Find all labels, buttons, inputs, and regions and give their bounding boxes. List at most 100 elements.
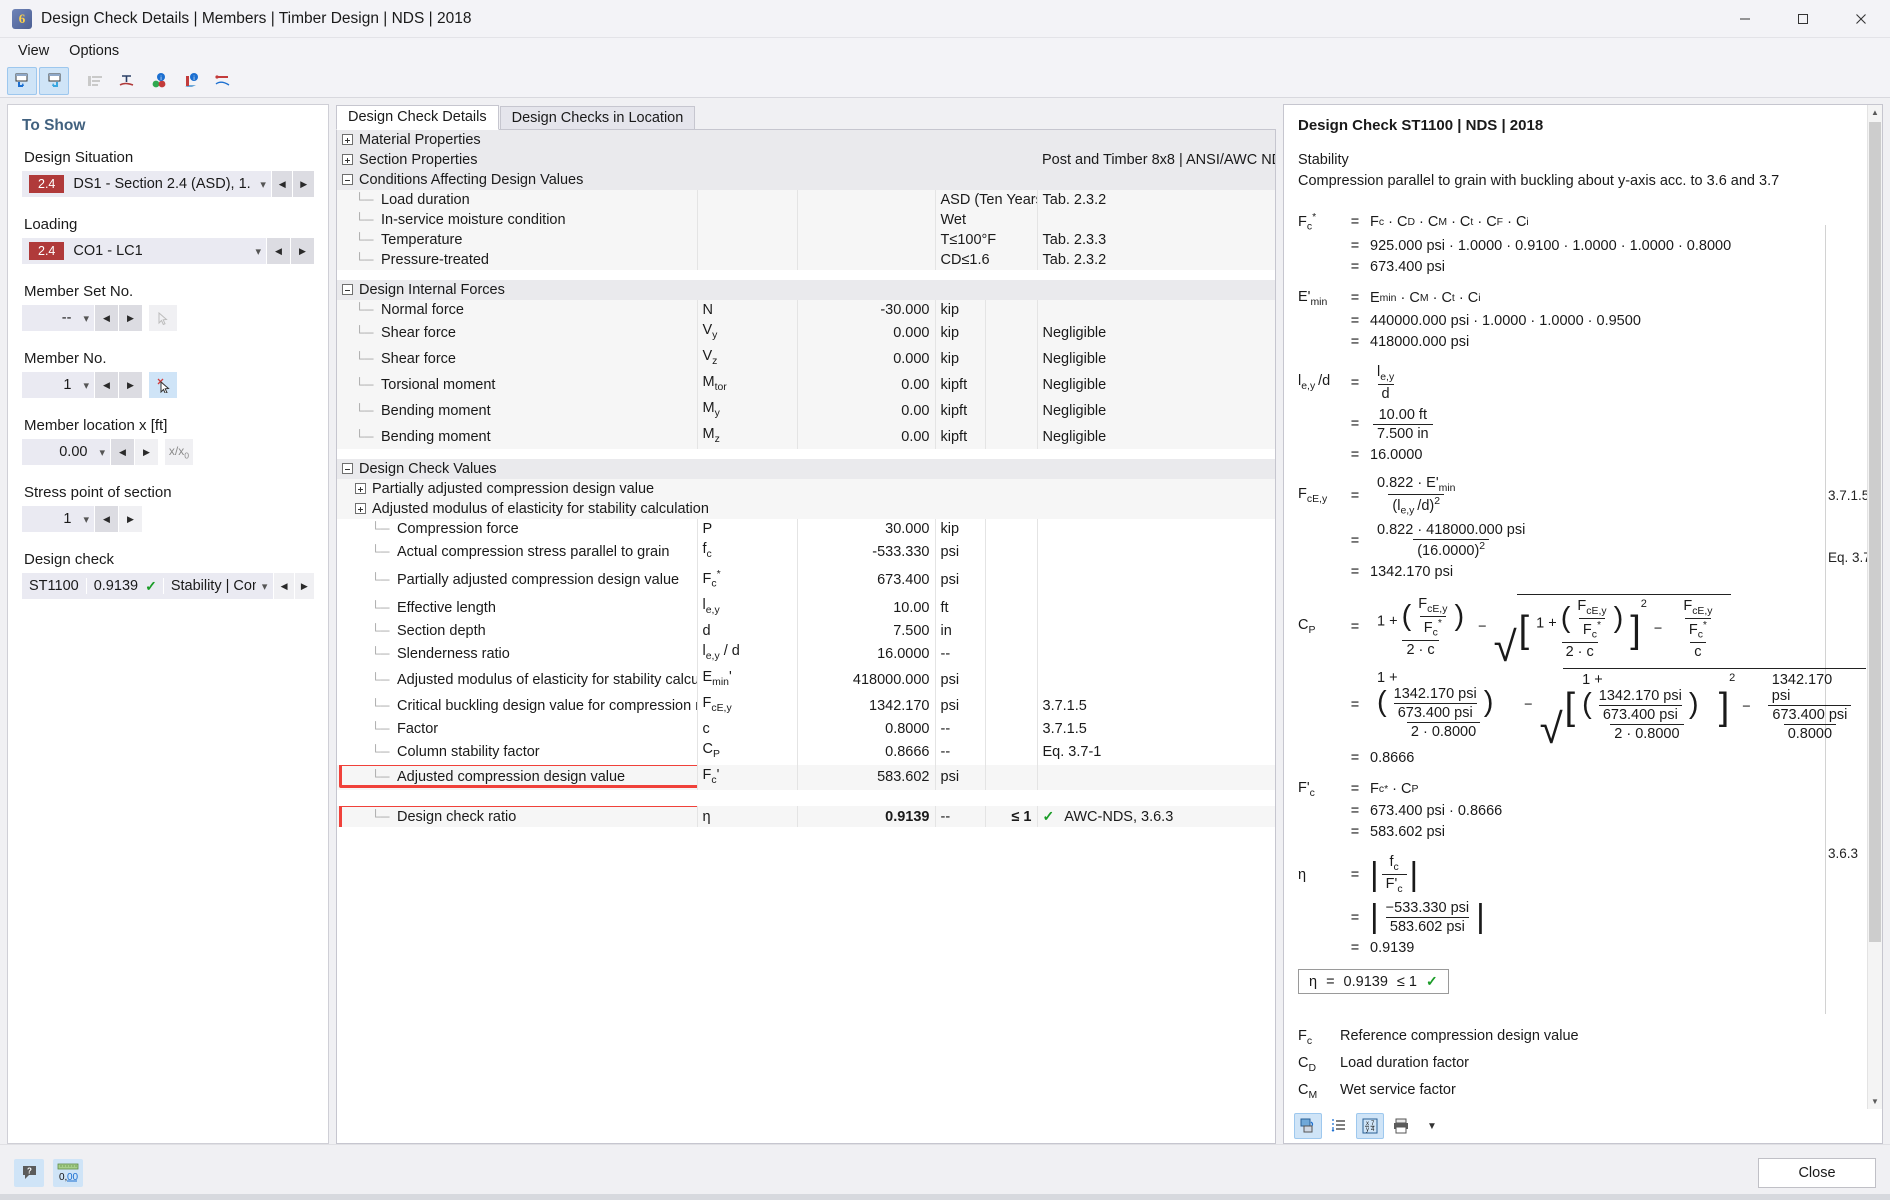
tab-design-check-details[interactable]: Design Check Details (336, 105, 499, 130)
minimize-button[interactable] (1716, 0, 1774, 38)
details-vertical-scrollbar[interactable]: ▲ ▼ (1867, 105, 1882, 1109)
formula-icon[interactable]: x 7 y 4 (1356, 1113, 1384, 1139)
table-row-design-check-ratio-highlighted[interactable]: └─Design check ratio η 0.9139 -- ≤ 1 ✓AW… (337, 806, 1275, 827)
member-location-next-button[interactable]: ▶ (135, 439, 158, 465)
collapse-icon[interactable] (342, 463, 353, 474)
navigate-previous-icon[interactable] (7, 67, 37, 95)
fraction-numerator: 10.00 ft (1375, 407, 1431, 424)
table-row[interactable]: └─Shear force Vz 0.000 kip Negligible (337, 346, 1275, 372)
row-label: Design check ratio (397, 809, 516, 825)
material-info-icon[interactable]: i (144, 67, 174, 95)
row-value: 0.000 (797, 346, 935, 372)
tree-lead-icon: └─ (371, 571, 397, 589)
table-icon[interactable] (80, 67, 110, 95)
dropdown-icon[interactable]: ▼ (1418, 1113, 1446, 1139)
tab-design-checks-in-location[interactable]: Design Checks in Location (500, 106, 696, 130)
table-row[interactable]: └─Actual compression stress parallel to … (337, 539, 1275, 565)
loading-next-button[interactable]: ▶ (291, 238, 314, 264)
list-icon[interactable] (1325, 1113, 1353, 1139)
relative-location-toggle[interactable]: x/x0 (165, 439, 193, 465)
expand-icon[interactable] (342, 154, 353, 165)
table-row-conditions[interactable]: Conditions Affecting Design Values (337, 170, 1275, 190)
table-row[interactable]: └─In-service moisture condition Wet (337, 210, 1275, 230)
table-row-internal-forces[interactable]: Design Internal Forces (337, 280, 1275, 300)
table-row[interactable]: └─Load duration ASD (Ten Years) | LRFD (… (337, 190, 1275, 210)
expand-icon[interactable] (355, 503, 366, 514)
maximize-button[interactable] (1774, 0, 1832, 38)
navigate-next-icon[interactable] (39, 67, 69, 95)
table-row[interactable]: └─Factor c 0.8000 -- 3.7.1.5 (337, 719, 1275, 739)
units-icon[interactable]: 0, 00 (53, 1159, 83, 1187)
table-row[interactable]: └─Pressure-treated CD≤1.6 Tab. 2.3.2 (337, 250, 1275, 270)
row-label: Critical buckling design value for compr… (397, 698, 697, 714)
member-set-combo[interactable]: -- ▾ (22, 305, 94, 331)
table-row[interactable]: └─Compression force P 30.000 kip (337, 519, 1275, 539)
close-button[interactable]: Close (1758, 1158, 1876, 1188)
table-row[interactable]: └─Column stability factor CP 0.8666 -- E… (337, 739, 1275, 765)
table-row[interactable]: └─Partially adjusted compression design … (337, 565, 1275, 595)
design-check-next-button[interactable]: ▶ (295, 573, 314, 599)
row-value: -533.330 (797, 539, 935, 565)
diagram-icon[interactable] (208, 67, 238, 95)
design-check-prev-button[interactable]: ◀ (274, 573, 293, 599)
scroll-down-arrow-icon[interactable]: ▼ (1868, 1094, 1882, 1109)
table-row[interactable]: └─Slenderness ratio le,y / d 16.0000 -- (337, 641, 1275, 667)
design-situation-combo[interactable]: 2.4 DS1 - Section 2.4 (ASD), 1. to 7. ▾ (22, 171, 271, 197)
expand-icon[interactable] (342, 134, 353, 145)
row-desc: └─Section depth (337, 621, 697, 641)
table-row-section-properties[interactable]: Section Properties Post and Timber 8x8 |… (337, 150, 1275, 170)
table-row-subgroup[interactable]: Adjusted modulus of elasticity for stabi… (337, 499, 1275, 519)
table-row-adjusted-compression-highlighted[interactable]: └─Adjusted compression design value Fc' … (337, 765, 1275, 791)
stress-point-next-button[interactable]: ▶ (119, 506, 142, 532)
table-row[interactable]: └─Critical buckling design value for com… (337, 693, 1275, 719)
collapse-icon[interactable] (342, 174, 353, 185)
table-row[interactable]: └─Bending moment My 0.00 kipft Negligibl… (337, 398, 1275, 424)
menu-options[interactable]: Options (59, 40, 129, 62)
member-no-prev-button[interactable]: ◀ (95, 372, 118, 398)
section-icon[interactable] (112, 67, 142, 95)
member-info-icon[interactable]: i (176, 67, 206, 95)
table-row[interactable]: └─Temperature T≤100°F Tab. 2.3.3 (337, 230, 1275, 250)
collapse-icon[interactable] (342, 284, 353, 295)
scroll-up-arrow-icon[interactable]: ▲ (1868, 105, 1882, 120)
table-row-check-values[interactable]: Design Check Values (337, 459, 1275, 479)
expand-icon[interactable] (355, 483, 366, 494)
table-row[interactable]: └─Section depth d 7.500 in (337, 621, 1275, 641)
loading-prev-button[interactable]: ◀ (267, 238, 290, 264)
table-row[interactable]: └─Shear force Vy 0.000 kip Negligible (337, 320, 1275, 346)
member-set-prev-button[interactable]: ◀ (95, 305, 118, 331)
table-row-material-properties[interactable]: Material Properties (337, 130, 1275, 150)
design-check-combo[interactable]: ST1100 0.9139 ✓ Stability | Compre... ▾ (22, 573, 273, 599)
member-no-combo[interactable]: 1 ▾ (22, 372, 94, 398)
member-no-pick-icon[interactable] (149, 372, 177, 398)
help-icon[interactable]: ? (14, 1159, 44, 1187)
table-row-subgroup[interactable]: Partially adjusted compression design va… (337, 479, 1275, 499)
table-row[interactable]: └─Torsional moment Mtor 0.00 kipft Negli… (337, 372, 1275, 398)
row-desc: └─Torsional moment (337, 372, 697, 398)
design-situation-next-button[interactable]: ▶ (293, 171, 314, 197)
table-row[interactable]: └─Adjusted modulus of elasticity for sta… (337, 667, 1275, 693)
stress-point-prev-button[interactable]: ◀ (95, 506, 118, 532)
status-strip (0, 1194, 1890, 1200)
member-set-pick-icon[interactable] (149, 305, 177, 331)
group-section-properties: Section Properties (337, 150, 1037, 170)
member-location-combo[interactable]: 0.00 ▾ (22, 439, 110, 465)
member-no-next-button[interactable]: ▶ (119, 372, 142, 398)
table-row[interactable]: └─Bending moment Mz 0.00 kipft Negligibl… (337, 424, 1275, 450)
legend-item: CM Wet service factor (1298, 1082, 1850, 1101)
equation-lhs: CP (1298, 617, 1340, 636)
member-location-prev-button[interactable]: ◀ (111, 439, 134, 465)
design-situation-prev-button[interactable]: ◀ (272, 171, 293, 197)
scrollbar-thumb[interactable] (1869, 122, 1881, 942)
print-icon[interactable] (1387, 1113, 1415, 1139)
equals-sign: = (1340, 290, 1370, 306)
stress-point-combo[interactable]: 1 ▾ (22, 506, 94, 532)
table-row[interactable]: └─Normal force N -30.000 kip (337, 300, 1275, 320)
close-window-button[interactable] (1832, 0, 1890, 38)
member-set-next-button[interactable]: ▶ (119, 305, 142, 331)
member-no-group: Member No. 1 ▾ ◀ ▶ (22, 350, 314, 398)
menu-view[interactable]: View (8, 40, 59, 62)
export-icon[interactable] (1294, 1113, 1322, 1139)
loading-combo[interactable]: 2.4 CO1 - LC1 ▾ (22, 238, 266, 264)
table-row[interactable]: └─Effective length le,y 10.00 ft (337, 595, 1275, 621)
